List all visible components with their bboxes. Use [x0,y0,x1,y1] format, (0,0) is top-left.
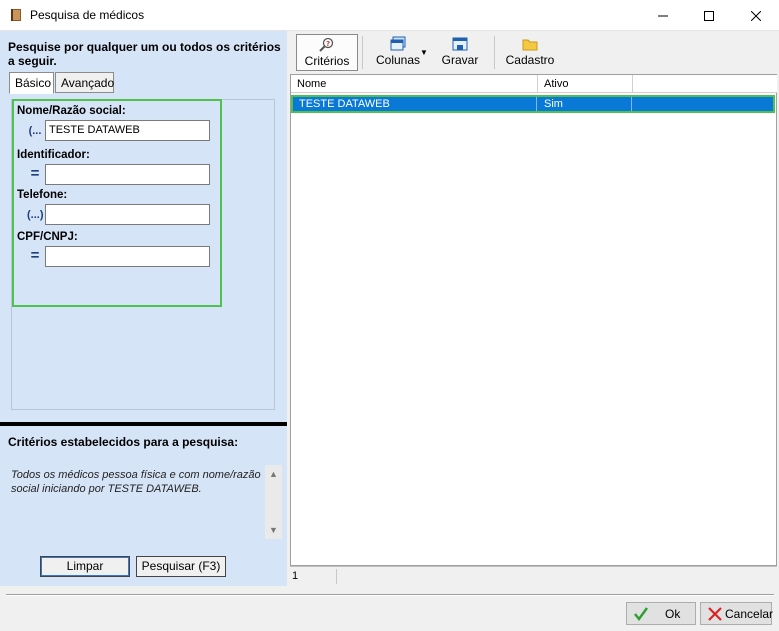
cell-nome: TESTE DATAWEB [299,98,390,110]
cancel-button[interactable]: Cancelar [700,602,774,625]
cancel-x-icon [708,607,722,621]
tab-avancado[interactable]: Avançado [55,72,114,93]
criteria-label: Critérios [304,54,350,68]
ok-button[interactable]: Ok [626,602,696,625]
name-input[interactable]: TESTE DATAWEB [45,120,210,141]
search-button[interactable]: Pesquisar (F3) [136,556,226,577]
magnifier-question-icon: ? [319,37,334,52]
close-button[interactable] [733,0,779,31]
save-toolbar-button[interactable]: Gravar [440,34,480,71]
toolbar: ? Critérios Colunas ▼ Gravar Cadastro [290,32,777,73]
criteria-title: Critérios estabelecidos para a pesquisa: [8,435,239,449]
cpf-cnpj-operator[interactable]: = [27,247,43,264]
ok-label: Ok [665,607,681,621]
identifier-label: Identificador: [17,149,90,161]
status-divider [336,569,337,584]
record-count: 1 [292,570,299,582]
table-row[interactable]: TESTE DATAWEB Sim [291,95,775,113]
name-operator[interactable]: (... [27,125,43,137]
column-header-filler [633,75,777,93]
cpf-cnpj-input[interactable] [45,246,210,267]
window-title: Pesquisa de médicos [30,8,145,22]
minimize-button[interactable] [640,0,686,31]
column-header-ativo[interactable]: Ativo [538,75,633,93]
clear-button[interactable]: Limpar [40,556,130,577]
results-grid: Nome Ativo TESTE DATAWEB Sim [290,74,777,566]
footer-divider [6,594,774,596]
title-bar: Pesquisa de médicos [0,0,779,31]
status-bar: 1 [290,566,777,585]
identifier-operator[interactable]: = [27,165,43,182]
section-divider [0,422,287,426]
toolbar-separator [494,36,495,69]
criteria-toolbar-button[interactable]: ? Critérios [296,34,358,71]
cpf-cnpj-label: CPF/CNPJ: [17,231,78,243]
identifier-input[interactable] [45,164,210,185]
cell-divider [631,97,632,111]
search-criteria-panel: Pesquise por qualquer um ou todos os cri… [0,31,287,586]
phone-operator[interactable]: (...) [27,209,44,221]
columns-toolbar-button[interactable]: Colunas [368,34,428,71]
name-label: Nome/Razão social: [17,105,126,117]
columns-window-icon [390,36,406,51]
cancel-label: Cancelar [725,607,774,621]
toolbar-separator [362,36,363,69]
scroll-up-icon[interactable]: ▲ [269,469,278,479]
maximize-icon [704,10,714,21]
cell-divider [536,97,537,111]
maximize-button[interactable] [686,0,732,31]
criteria-description-box: Todos os médicos pessoa física e com nom… [8,465,282,539]
column-header-nome[interactable]: Nome [291,75,538,93]
phone-input[interactable] [45,204,210,225]
columns-label: Colunas [375,53,421,67]
checkmark-icon [634,607,648,621]
register-label: Cadastro [505,53,555,67]
close-icon [751,10,761,21]
folder-icon [522,39,538,51]
intro-text: Pesquise por qualquer um ou todos os cri… [8,40,281,68]
book-icon [11,9,21,21]
save-window-icon [452,37,468,51]
criteria-description: Todos os médicos pessoa física e com nom… [11,469,261,495]
phone-label: Telefone: [17,189,68,201]
svg-text:?: ? [326,40,330,48]
register-toolbar-button[interactable]: Cadastro [500,34,560,71]
minimize-icon [658,15,668,16]
scroll-down-icon[interactable]: ▼ [269,525,278,535]
save-label: Gravar [441,53,479,67]
columns-dropdown-icon[interactable]: ▼ [420,48,428,57]
tab-basico[interactable]: Básico [9,72,54,94]
criteria-scrollbar[interactable]: ▲ ▼ [265,465,282,539]
cell-ativo: Sim [544,98,563,110]
